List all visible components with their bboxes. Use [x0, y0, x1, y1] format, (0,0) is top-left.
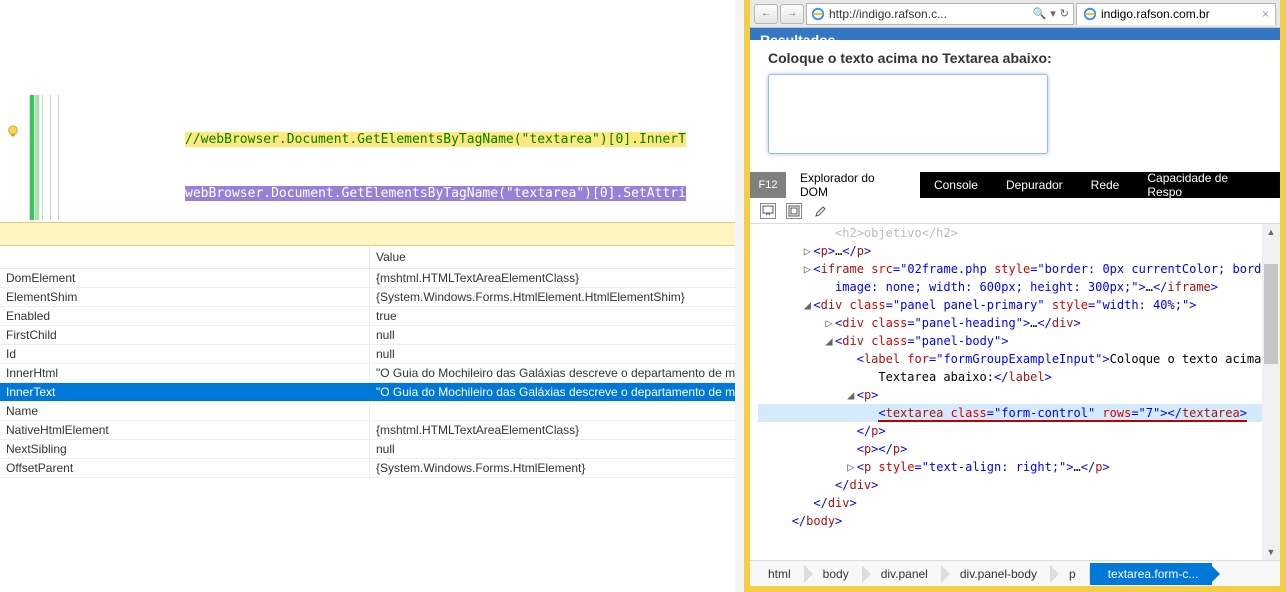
panel-heading: Resultados [750, 28, 1280, 40]
refresh-icon[interactable]: ↻ [1060, 7, 1069, 20]
breadcrumb-item[interactable]: div.panel-body [942, 563, 1051, 585]
dom-tree[interactable]: <h2>objetivo</h2> ▷<p>…</p> ▷<iframe src… [750, 224, 1262, 560]
dom-node[interactable]: ▷<p>…</p> [758, 242, 1262, 260]
ie-window: ← → http://indigo.rafson.c... 🔍 ▾ ↻ indi… [744, 0, 1286, 592]
breadcrumb-item[interactable]: div.panel [863, 563, 942, 585]
forward-button[interactable]: → [780, 4, 804, 24]
scroll-up-icon[interactable]: ▲ [1262, 224, 1280, 240]
devtools-tab[interactable]: Console [920, 172, 992, 198]
breadcrumb: htmlbodydiv.paneldiv.panel-bodyptextarea… [750, 560, 1280, 586]
search-icon[interactable]: 🔍 [1033, 7, 1047, 20]
dom-node[interactable]: ◢<div class="panel panel-primary" style=… [758, 296, 1262, 314]
back-button[interactable]: ← [754, 4, 778, 24]
color-picker-icon[interactable] [812, 204, 826, 218]
editor-gutter [0, 95, 30, 220]
breadcrumb-item[interactable]: html [750, 563, 805, 585]
devtools-tabbar: F12 Explorador do DOMConsoleDepuradorRed… [750, 172, 1280, 198]
dom-node[interactable]: <h2>objetivo</h2> [758, 224, 1262, 242]
devtools-toolbar [750, 198, 1280, 224]
breadcrumb-item[interactable]: p [1051, 563, 1090, 585]
scroll-thumb[interactable] [1264, 264, 1278, 364]
dom-node[interactable]: <textarea class="form-control" rows="7">… [758, 404, 1262, 422]
property-row[interactable]: ElementShim{System.Windows.Forms.HtmlEle… [0, 288, 735, 307]
dom-node[interactable]: ◢<p> [758, 386, 1262, 404]
form-textarea[interactable] [768, 74, 1048, 154]
devtools-tab[interactable]: Explorador do DOM [786, 172, 920, 198]
dom-node[interactable]: ◢<div class="panel-body"> [758, 332, 1262, 350]
breadcrumb-item[interactable]: textarea.form-c... [1090, 563, 1213, 585]
change-marker-green [30, 95, 34, 220]
property-row[interactable]: NativeHtmlElement{mshtml.HTMLTextAreaEle… [0, 421, 735, 440]
layout-icon[interactable] [786, 203, 802, 219]
dom-node[interactable]: ▷<iframe src="02frame.php style="border:… [758, 260, 1262, 278]
code-selection: webBrowser.Document.GetElementsByTagName… [185, 186, 686, 201]
dom-node[interactable]: <p></p> [758, 440, 1262, 458]
webpage-viewport: Resultados Coloque o texto acima no Text… [750, 28, 1280, 172]
property-row[interactable]: FirstChildnull [0, 326, 735, 345]
property-row[interactable]: Name [0, 402, 735, 421]
info-bar [0, 222, 735, 246]
property-row[interactable]: DomElement{mshtml.HTMLTextAreaElementCla… [0, 269, 735, 288]
dom-node[interactable]: </div> [758, 494, 1262, 512]
scroll-down-icon[interactable]: ▼ [1262, 544, 1280, 560]
lightbulb-icon[interactable] [6, 125, 20, 139]
select-element-icon[interactable] [760, 203, 776, 219]
dom-node[interactable]: image: none; width: 600px; height: 300px… [758, 278, 1262, 296]
visual-studio-pane: //webBrowser.Document.GetElementsByTagNa… [0, 0, 735, 592]
dom-node[interactable]: </body> [758, 512, 1262, 530]
devtools-tab[interactable]: Rede [1077, 172, 1134, 198]
address-bar[interactable]: http://indigo.rafson.c... 🔍 ▾ ↻ [806, 3, 1074, 25]
property-row[interactable]: OffsetParent{System.Windows.Forms.HtmlEl… [0, 459, 735, 478]
property-row[interactable]: InnerHtml"O Guia do Mochileiro das Galáx… [0, 364, 735, 383]
ie-logo-icon [1083, 7, 1097, 21]
property-row[interactable]: NextSiblingnull [0, 440, 735, 459]
property-row[interactable]: InnerText"O Guia do Mochileiro das Galáx… [0, 383, 735, 402]
code-editor[interactable]: //webBrowser.Document.GetElementsByTagNa… [0, 95, 735, 220]
ie-logo-icon [811, 7, 825, 21]
property-row[interactable]: Enabledtrue [0, 307, 735, 326]
dom-node[interactable]: </div> [758, 476, 1262, 494]
properties-grid[interactable]: Value DomElement{mshtml.HTMLTextAreaElem… [0, 246, 735, 478]
breadcrumb-item[interactable]: body [805, 563, 863, 585]
change-marker-lightgreen [35, 95, 39, 220]
ie-toolbar: ← → http://indigo.rafson.c... 🔍 ▾ ↻ indi… [750, 0, 1280, 28]
dom-node[interactable]: </p> [758, 422, 1262, 440]
dom-node[interactable]: <label for="formGroupExampleInput">Coloq… [758, 350, 1262, 368]
grid-header: Value [0, 246, 735, 269]
scrollbar[interactable]: ▲ ▼ [1262, 224, 1280, 560]
close-icon[interactable]: × [1262, 7, 1269, 21]
devtools-tab[interactable]: Depurador [992, 172, 1077, 198]
dom-node[interactable]: ▷<div class="panel-heading">…</div> [758, 314, 1262, 332]
f12-badge: F12 [750, 172, 786, 198]
property-row[interactable]: Idnull [0, 345, 735, 364]
devtools-tab[interactable]: Capacidade de Respo [1133, 172, 1280, 198]
browser-tab[interactable]: indigo.rafson.com.br × [1076, 3, 1276, 25]
dom-node[interactable]: ▷<p style="text-align: right;">…</p> [758, 458, 1262, 476]
code-comment: //webBrowser.Document.GetElementsByTagNa… [185, 132, 686, 147]
dom-node[interactable]: Textarea abaixo:</label> [758, 368, 1262, 386]
form-label: Coloque o texto acima no Textarea abaixo… [768, 50, 1262, 66]
